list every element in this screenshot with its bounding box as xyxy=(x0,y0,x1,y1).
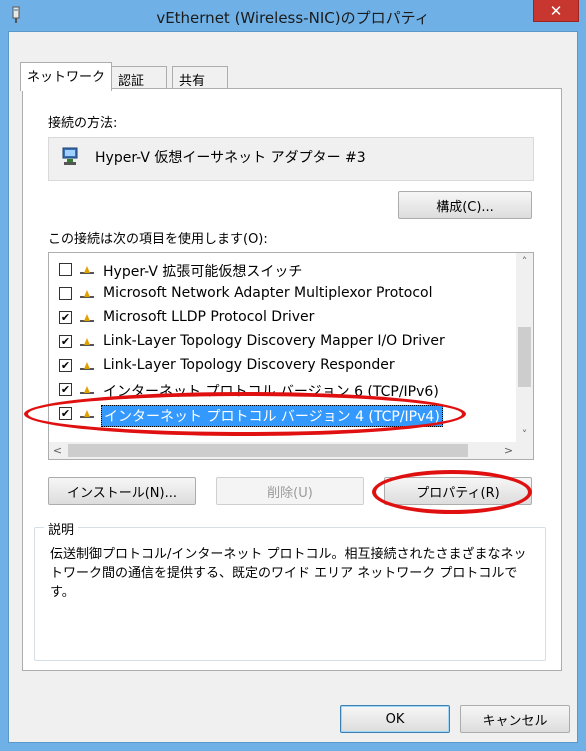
network-adapter-icon xyxy=(62,147,78,165)
list-item[interactable]: Hyper-V 拡張可能仮想スイッチ xyxy=(49,259,517,281)
scroll-up-icon[interactable]: ˄ xyxy=(516,253,533,270)
scroll-corner xyxy=(516,442,533,459)
protocol-icon xyxy=(80,362,94,370)
item-label: Link-Layer Topology Discovery Responder xyxy=(103,357,395,373)
horizontal-scrollbar[interactable]: < > xyxy=(49,442,517,459)
item-label: Hyper-V 拡張可能仮想スイッチ xyxy=(103,264,303,280)
window-title: vEthernet (Wireless-NIC)のプロパティ xyxy=(156,9,430,27)
item-label: Link-Layer Topology Discovery Mapper I/O… xyxy=(103,333,445,349)
properties-dialog: vEthernet (Wireless-NIC)のプロパティ ✕ ネットワーク … xyxy=(0,0,586,751)
components-list[interactable]: Hyper-V 拡張可能仮想スイッチ Microsoft Network Ada… xyxy=(48,252,534,460)
protocol-icon xyxy=(80,266,94,274)
tab-sharing[interactable]: 共有 xyxy=(172,66,228,90)
list-item[interactable]: ✔ インターネット プロトコル バージョン 4 (TCP/IPv4) xyxy=(49,403,517,427)
scroll-left-icon[interactable]: < xyxy=(49,442,66,459)
list-item[interactable]: ✔ Microsoft LLDP Protocol Driver xyxy=(49,307,517,329)
item-label: Microsoft Network Adapter Multiplexor Pr… xyxy=(103,285,433,301)
description-text: 伝送制御プロトコル/インターネット プロトコル。相互接続されたさまざまなネットワ… xyxy=(50,547,527,600)
list-item[interactable]: Microsoft Network Adapter Multiplexor Pr… xyxy=(49,283,517,305)
item-checkbox[interactable]: ✔ xyxy=(59,359,72,372)
cancel-button[interactable]: キャンセル xyxy=(460,705,570,733)
item-checkbox[interactable]: ✔ xyxy=(59,407,72,420)
item-label: Microsoft LLDP Protocol Driver xyxy=(103,309,315,325)
scroll-right-icon[interactable]: > xyxy=(500,442,517,459)
list-item[interactable]: ✔ インターネット プロトコル バージョン 6 (TCP/IPv6) xyxy=(49,379,517,401)
tab-authentication[interactable]: 認証 xyxy=(111,66,167,90)
scroll-thumb[interactable] xyxy=(68,444,468,457)
adapter-box: Hyper-V 仮想イーサネット アダプター #3 xyxy=(48,137,534,181)
tab-network[interactable]: ネットワーク xyxy=(20,62,112,91)
configure-button[interactable]: 構成(C)... xyxy=(398,191,532,219)
adapter-name: Hyper-V 仮想イーサネット アダプター #3 xyxy=(95,150,366,166)
item-checkbox[interactable]: ✔ xyxy=(59,335,72,348)
item-label: インターネット プロトコル バージョン 4 (TCP/IPv4) xyxy=(101,405,443,427)
protocol-icon xyxy=(80,410,94,418)
item-checkbox[interactable] xyxy=(59,287,72,300)
title-bar[interactable]: vEthernet (Wireless-NIC)のプロパティ ✕ xyxy=(0,0,586,32)
item-checkbox[interactable] xyxy=(59,263,72,276)
description-legend: 説明 xyxy=(44,519,79,538)
list-item[interactable]: ✔ Link-Layer Topology Discovery Mapper I… xyxy=(49,331,517,353)
item-checkbox[interactable]: ✔ xyxy=(59,383,72,396)
item-label: インターネット プロトコル バージョン 6 (TCP/IPv6) xyxy=(103,384,439,400)
connection-method-label: 接続の方法: xyxy=(48,116,118,131)
item-checkbox[interactable]: ✔ xyxy=(59,311,72,324)
protocol-icon xyxy=(80,290,94,298)
properties-button[interactable]: プロパティ(R) xyxy=(384,477,532,505)
close-button[interactable]: ✕ xyxy=(533,0,579,22)
list-item[interactable]: ✔ Link-Layer Topology Discovery Responde… xyxy=(49,355,517,377)
ok-button[interactable]: OK xyxy=(340,705,450,733)
protocol-icon xyxy=(80,386,94,394)
protocol-icon xyxy=(80,338,94,346)
protocol-icon xyxy=(80,314,94,322)
scroll-thumb[interactable] xyxy=(518,327,531,387)
vertical-scrollbar[interactable]: ˄ ˅ xyxy=(516,253,533,443)
scroll-down-icon[interactable]: ˅ xyxy=(516,426,533,443)
items-label: この接続は次の項目を使用します(O): xyxy=(48,232,268,247)
install-button[interactable]: インストール(N)... xyxy=(48,477,196,505)
uninstall-button[interactable]: 削除(U) xyxy=(216,477,364,505)
